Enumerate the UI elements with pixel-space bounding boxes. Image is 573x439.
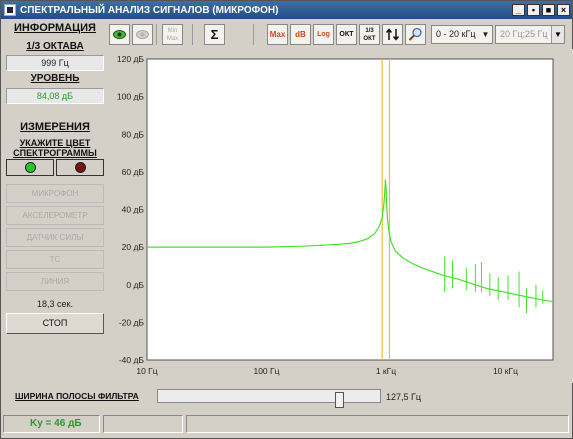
y-tick-label: -40 дБ (119, 355, 145, 365)
window-title: СПЕКТРАЛЬНЫЙ АНАЛИЗ СИГНАЛОВ (МИКРОФОН) (20, 4, 279, 16)
minimize-button[interactable]: _ (512, 4, 525, 16)
eye-off-button[interactable] (132, 24, 153, 45)
info-title: ИНФОРМАЦИЯ (14, 22, 96, 34)
x-tick-label: 100 Гц (253, 366, 279, 376)
y-tick-label: 100 дБ (117, 92, 145, 102)
log-button[interactable]: Log (313, 24, 334, 45)
toolbar-separator (253, 24, 254, 45)
zoom-button[interactable] (405, 24, 426, 45)
close-button[interactable]: × (557, 4, 570, 16)
color-prompt: УКАЖИТЕ ЦВЕТ СПЕКТРОГРАММЫ (13, 138, 97, 158)
y-tick-label: 60 дБ (122, 167, 145, 177)
source-microphone-button[interactable]: МИКРОФОН (6, 184, 104, 203)
eye-green-icon (113, 30, 126, 39)
octave-value: 999 Гц (6, 55, 104, 71)
stop-button[interactable]: СТОП (6, 313, 104, 334)
filter-slider-thumb[interactable] (334, 392, 344, 408)
y-tick-label: 120 дБ (117, 54, 145, 64)
measure-title: ИЗМЕРЕНИЯ (20, 121, 90, 133)
red-led-icon (74, 162, 86, 173)
source-ts-button[interactable]: ТС (6, 250, 104, 269)
elapsed-time: 18,3 сек. (37, 299, 73, 309)
title-bar: СПЕКТРАЛЬНЫЙ АНАЛИЗ СИГНАЛОВ (МИКРОФОН) … (1, 1, 572, 19)
toolbar: Min Max Σ Max dB Log ОКТ 1/3 ОКТ 0 - 20 … (109, 22, 571, 48)
eye-on-button[interactable] (109, 24, 130, 45)
app-icon (4, 4, 16, 16)
filter-label: ШИРИНА ПОЛОСЫ ФИЛЬТРА (15, 391, 139, 401)
filter-row: ШИРИНА ПОЛОСЫ ФИЛЬТРА 127,5 Гц (1, 385, 572, 409)
status-cell-2 (103, 415, 183, 433)
ky-status: Ky = 46 дБ (3, 415, 100, 433)
plot-area (146, 58, 554, 361)
restore-button[interactable]: ▪ (527, 4, 540, 16)
chevron-down-icon: ▼ (551, 26, 564, 43)
y-tick-label: 40 дБ (122, 205, 145, 215)
y-tick-label: 0 дБ (126, 280, 144, 290)
source-force-sensor-button[interactable]: ДАТЧИК СИЛЫ (6, 228, 104, 247)
source-accelerometer-button[interactable]: АКСЕЛЕРОМЕТР (6, 206, 104, 225)
third-octave-button[interactable]: 1/3 ОКТ (359, 24, 380, 45)
source-line-button[interactable]: ЛИНИЯ (6, 272, 104, 291)
eye-grey-icon (136, 30, 149, 39)
toolbar-separator (192, 24, 193, 45)
x-tick-label: 10 Гц (136, 366, 157, 376)
toolbar-separator (156, 24, 157, 45)
filter-value: 127,5 Гц (386, 392, 422, 402)
left-panel: ИНФОРМАЦИЯ 1/3 ОКТАВА 999 Гц УРОВЕНЬ 84,… (4, 20, 106, 377)
frequency-range-value: 0 - 20 кГц (436, 29, 476, 39)
filter-slider[interactable] (157, 389, 381, 408)
frequency-range-select[interactable]: 0 - 20 кГц ▼ (431, 25, 493, 44)
up-down-arrows-icon (385, 28, 400, 41)
magnifier-icon (408, 27, 422, 41)
y-tick-label: 80 дБ (122, 129, 145, 139)
db-button[interactable]: dB (290, 24, 311, 45)
resolution-select[interactable]: 20 Гц;25 Гц ▼ (495, 25, 565, 44)
minmax-button[interactable]: Min Max (162, 24, 183, 45)
color-option-red[interactable] (56, 159, 104, 176)
y-tick-label: 20 дБ (122, 242, 145, 252)
octave-button[interactable]: ОКТ (336, 24, 357, 45)
spectrum-svg: 120 дБ 100 дБ 80 дБ 60 дБ 40 дБ 20 дБ 0 дБ -20 … (117, 54, 554, 376)
status-cell-3 (186, 415, 569, 433)
scale-arrows-button[interactable] (382, 24, 403, 45)
level-value: 84,08 дБ (6, 88, 104, 104)
maximize-button[interactable]: ■ (542, 4, 555, 16)
max-button[interactable]: Max (267, 24, 288, 45)
x-tick-label: 10 кГц (493, 366, 518, 376)
main-window: СПЕКТРАЛЬНЫЙ АНАЛИЗ СИГНАЛОВ (МИКРОФОН) … (0, 0, 573, 439)
color-option-green[interactable] (6, 159, 54, 176)
sum-button[interactable]: Σ (204, 24, 225, 45)
spectrum-chart: 120 дБ 100 дБ 80 дБ 60 дБ 40 дБ 20 дБ 0 дБ -20 … (107, 49, 573, 383)
y-tick-label: -20 дБ (119, 317, 145, 327)
x-tick-label: 1 кГц (376, 366, 396, 376)
green-led-icon (24, 162, 36, 173)
level-title: УРОВЕНЬ (30, 73, 80, 84)
resolution-value: 20 Гц;25 Гц (500, 29, 548, 39)
chevron-down-icon: ▼ (481, 30, 490, 39)
status-bar: Ky = 46 дБ (3, 413, 571, 435)
octave-title: 1/3 ОКТАВА (26, 41, 84, 52)
